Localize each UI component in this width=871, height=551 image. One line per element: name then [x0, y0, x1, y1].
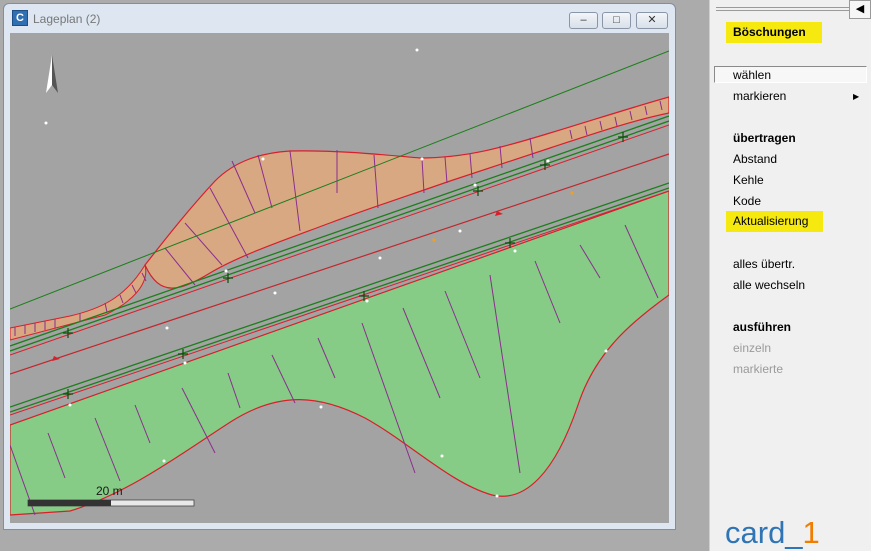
menu-item-alles-uebertr[interactable]: alles übertr.: [733, 256, 795, 272]
panel-heading: Böschungen: [726, 22, 822, 43]
lageplan-window: C Lageplan (2) – □ ✕ 20 m: [3, 3, 676, 530]
logo-text: card_: [725, 515, 803, 550]
scale-bar: [27, 499, 195, 507]
menu-item-aktualisierung[interactable]: Aktualisierung: [726, 211, 823, 232]
menu-item-markierte[interactable]: markierte: [733, 361, 783, 377]
command-panel: ◀ Böschungen wählen markieren ▶ übertrag…: [709, 0, 871, 551]
menu-item-alle-wechseln[interactable]: alle wechseln: [733, 277, 805, 293]
maximize-button[interactable]: □: [602, 12, 631, 29]
submenu-arrow-icon: ▶: [853, 92, 860, 101]
app-icon: C: [12, 10, 28, 26]
menu-item-einzeln[interactable]: einzeln: [733, 340, 771, 356]
menu-item-waehlen[interactable]: wählen: [714, 66, 867, 83]
logo-suffix: 1: [802, 515, 820, 550]
collapse-panel-button[interactable]: ◀: [849, 0, 871, 19]
panel-grip[interactable]: [716, 7, 851, 8]
menu-item-abstand[interactable]: Abstand: [733, 151, 777, 167]
menu-item-kehle[interactable]: Kehle: [733, 172, 764, 188]
close-button[interactable]: ✕: [636, 12, 668, 29]
site-plan-canvas[interactable]: 20 m: [10, 33, 669, 523]
direction-arrow-icon: [52, 356, 60, 361]
window-title: Lageplan (2): [33, 12, 101, 26]
panel-grip[interactable]: [716, 10, 851, 11]
window-titlebar[interactable]: C Lageplan (2) – □ ✕: [4, 4, 675, 34]
embankment-strip-left: [10, 263, 147, 341]
menu-item-kode[interactable]: Kode: [733, 193, 761, 209]
north-arrow-icon: [46, 55, 58, 93]
scale-label: 20 m: [96, 484, 123, 498]
card1-logo: card_1: [725, 515, 820, 551]
site-plan-drawing: 20 m: [10, 48, 669, 516]
section-uebertragen: übertragen: [733, 131, 796, 145]
minimize-button[interactable]: –: [569, 12, 598, 29]
section-ausfuehren: ausführen: [733, 320, 792, 334]
menu-item-markieren[interactable]: markieren: [733, 88, 786, 104]
